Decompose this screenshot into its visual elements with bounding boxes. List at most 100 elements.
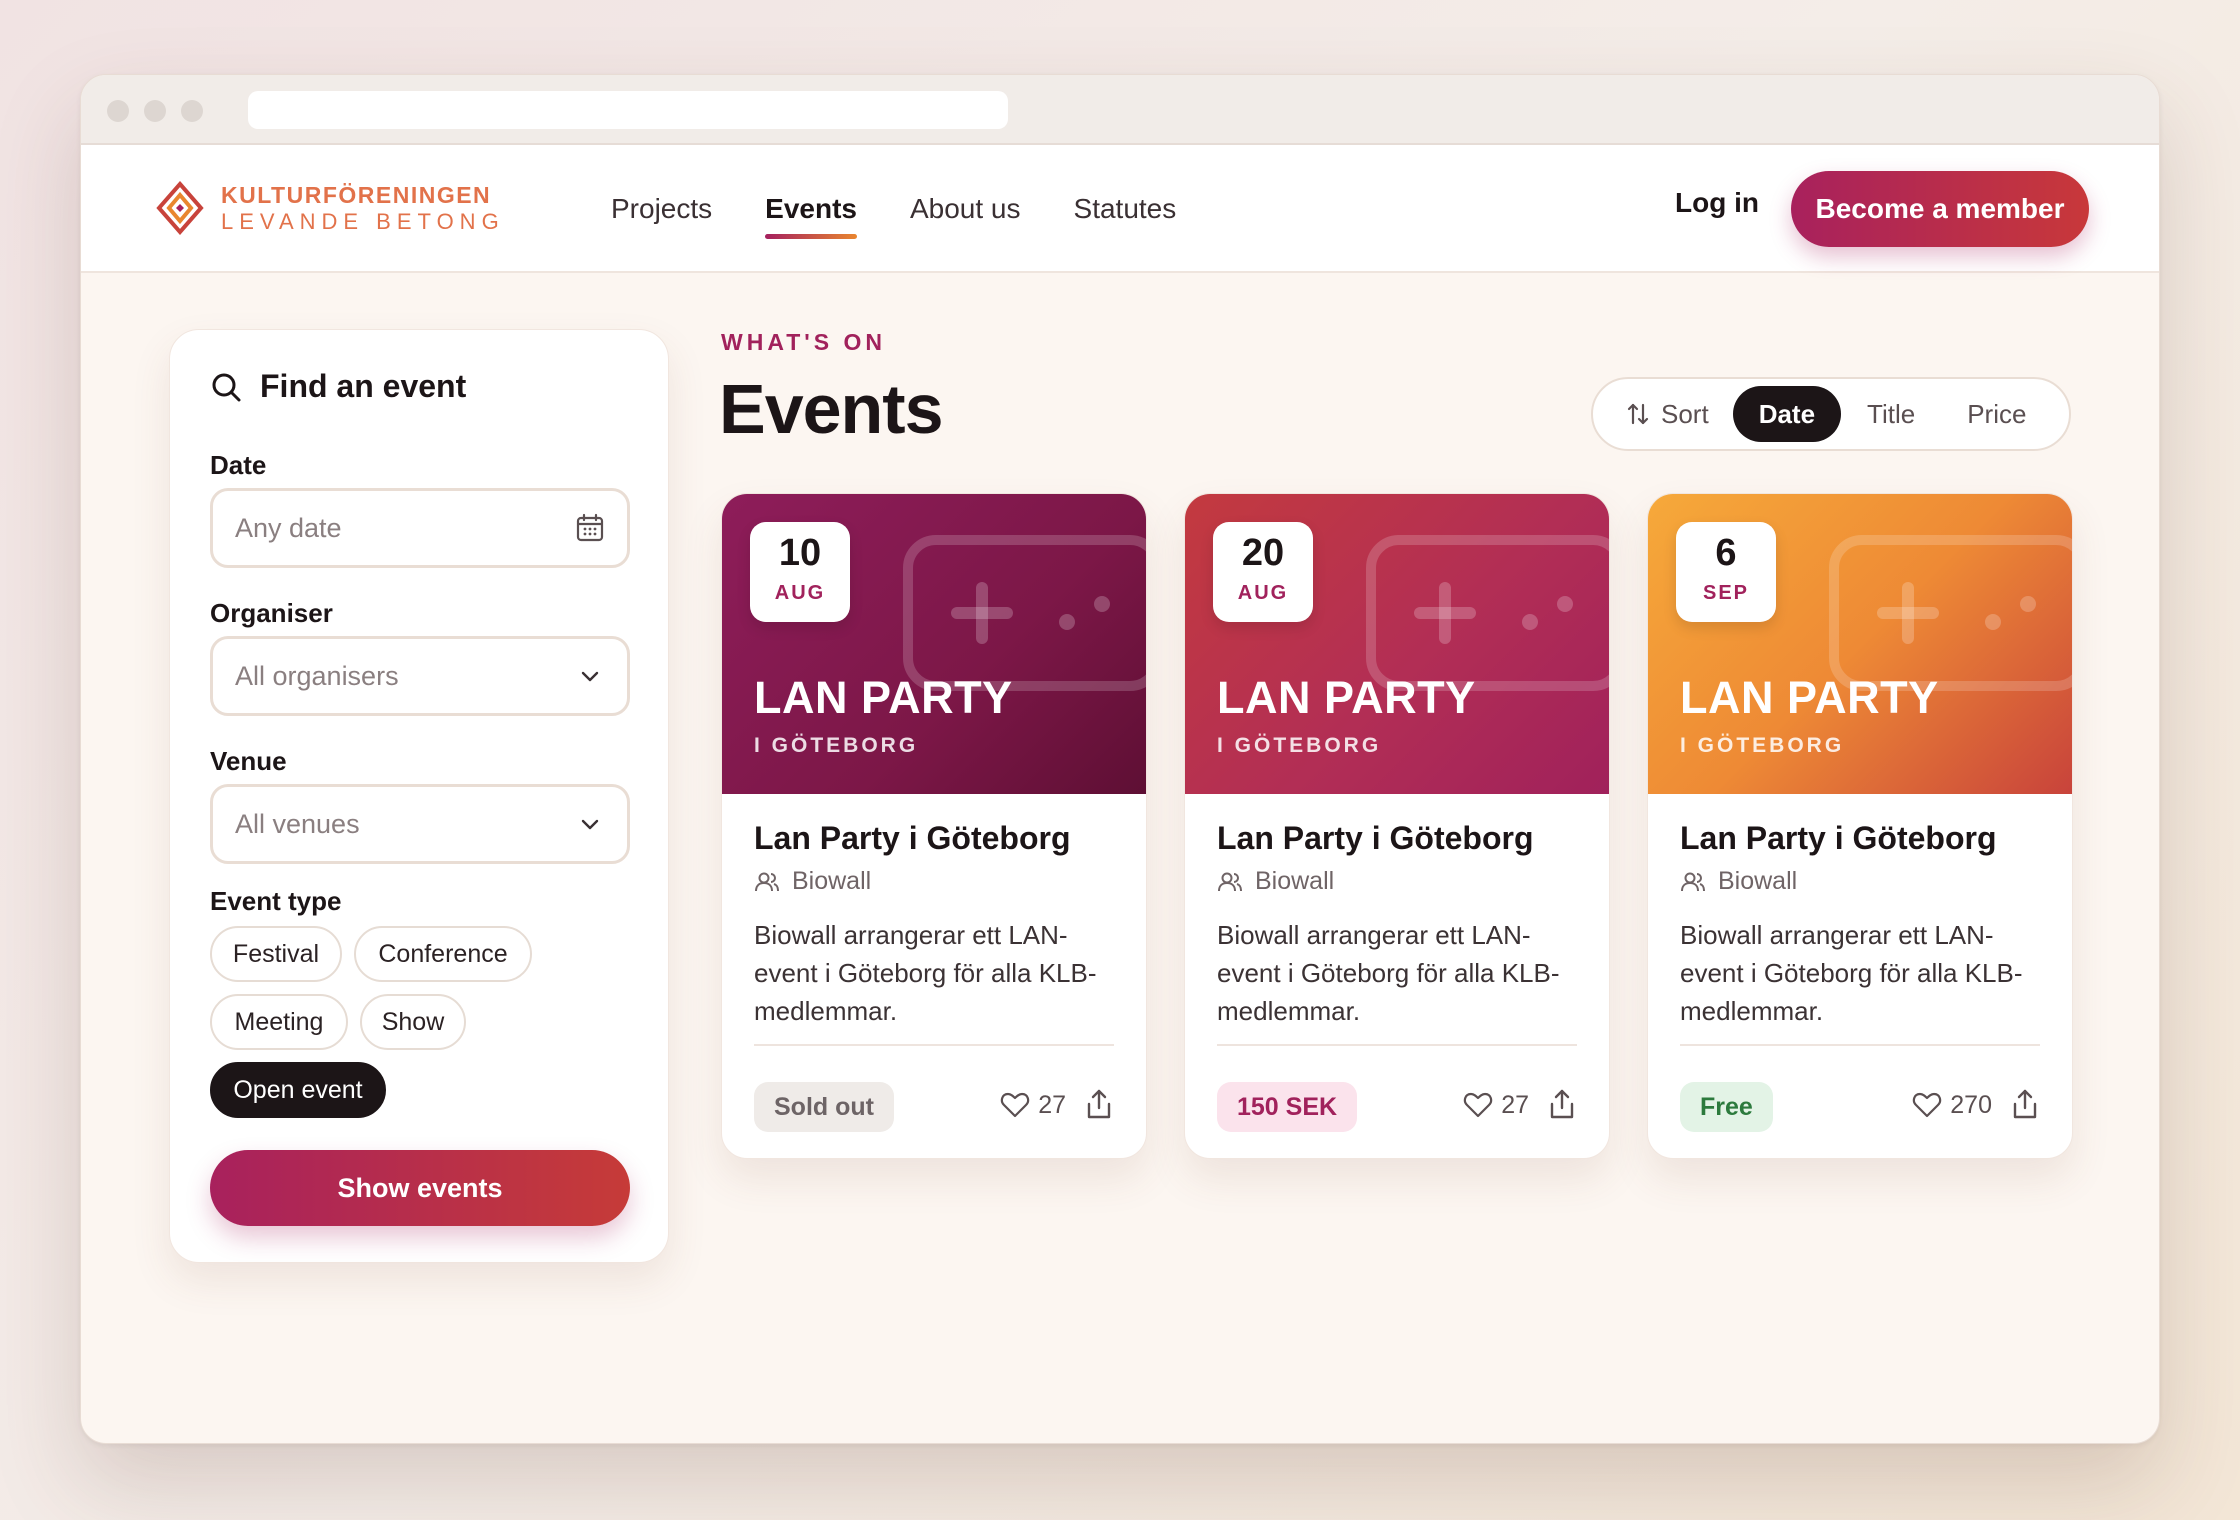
- share-icon[interactable]: [2010, 1088, 2040, 1120]
- date-badge: 6 SEP: [1676, 522, 1776, 622]
- organiser-label: Organiser: [210, 598, 333, 628]
- event-description: Biowall arrangerar ett LAN-event i Göteb…: [1680, 920, 2023, 1026]
- nav-events[interactable]: Events: [765, 183, 857, 239]
- sort-label-group: Sort: [1599, 399, 1733, 430]
- filter-title: Find an event: [260, 368, 467, 404]
- window-maximize-dot[interactable]: [181, 100, 203, 122]
- organiser-value: All organisers: [235, 660, 399, 691]
- address-bar[interactable]: [248, 91, 1008, 129]
- venue-label: Venue: [210, 746, 287, 776]
- organiser-name: Biowall: [792, 867, 872, 895]
- brand-logo[interactable]: KULTURFÖRENINGEN LEVANDE BETONG: [155, 181, 505, 235]
- event-organiser: Biowall: [1680, 867, 2040, 896]
- event-title[interactable]: Lan Party i Göteborg: [754, 820, 1114, 857]
- users-icon: [755, 872, 779, 891]
- chevron-down-icon: [581, 819, 599, 830]
- like-button[interactable]: 270: [1912, 1090, 1992, 1120]
- organiser-name: Biowall: [1255, 867, 1335, 895]
- like-count: 27: [1038, 1090, 1066, 1119]
- nav-projects[interactable]: Projects: [611, 183, 712, 235]
- become-member-button[interactable]: Become a member: [1791, 171, 2089, 247]
- sort-by-title[interactable]: Title: [1841, 386, 1941, 442]
- heart-icon: [1464, 1092, 1493, 1118]
- banner-subtitle: I GÖTEBORG: [754, 734, 919, 757]
- show-events-button[interactable]: Show events: [210, 1150, 630, 1226]
- organiser-name: Biowall: [1718, 867, 1798, 895]
- window-close-dot[interactable]: [107, 100, 129, 122]
- browser-chrome: [81, 75, 2159, 145]
- like-count: 270: [1950, 1090, 1992, 1119]
- chip-meeting[interactable]: Meeting: [210, 994, 348, 1050]
- nav-statutes[interactable]: Statutes: [1074, 183, 1177, 235]
- date-value: Any date: [235, 512, 342, 543]
- event-card[interactable]: 6 SEP LAN PARTY I GÖTEBORG Lan Party i G…: [1647, 493, 2073, 1159]
- gamepad-icon: [903, 535, 1146, 691]
- gamepad-icon: [1829, 535, 2072, 691]
- heart-icon: [1913, 1092, 1942, 1118]
- event-card[interactable]: 10 AUG LAN PARTY I GÖTEBORG Lan Party i …: [721, 493, 1147, 1159]
- venue-select[interactable]: All venues: [210, 784, 630, 864]
- event-banner: 10 AUG LAN PARTY I GÖTEBORG: [722, 494, 1146, 794]
- main-menu: Projects Events About us Statutes: [611, 145, 1229, 273]
- brand-name-line2: LEVANDE BETONG: [221, 208, 505, 234]
- browser-window: KULTURFÖRENINGEN LEVANDE BETONG Projects…: [80, 74, 2160, 1444]
- like-button[interactable]: 27: [1463, 1090, 1529, 1120]
- event-title[interactable]: Lan Party i Göteborg: [1680, 820, 2040, 857]
- chip-festival[interactable]: Festival: [210, 926, 342, 982]
- like-count: 27: [1501, 1090, 1529, 1119]
- page-title: Events: [719, 370, 944, 448]
- card-divider: [1680, 1044, 2040, 1046]
- diamond-logo-icon: [156, 181, 204, 235]
- event-day: 10: [778, 532, 822, 574]
- date-badge: 10 AUG: [750, 522, 850, 622]
- section-kicker: WHAT'S ON: [721, 329, 886, 355]
- users-icon: [1681, 872, 1705, 891]
- chip-conference[interactable]: Conference: [354, 926, 532, 982]
- banner-subtitle: I GÖTEBORG: [1680, 734, 1845, 757]
- window-minimize-dot[interactable]: [144, 100, 166, 122]
- event-type-label: Event type: [210, 886, 342, 916]
- nav-about-us[interactable]: About us: [910, 183, 1021, 235]
- event-month: SEP: [1702, 582, 1750, 604]
- filter-header: Find an event: [210, 368, 466, 405]
- login-link[interactable]: Log in: [1675, 187, 1759, 219]
- gamepad-icon: [1366, 535, 1609, 691]
- chip-show[interactable]: Show: [360, 994, 466, 1050]
- event-banner: 6 SEP LAN PARTY I GÖTEBORG: [1648, 494, 2072, 794]
- event-organiser: Biowall: [754, 867, 1114, 896]
- sort-by-date[interactable]: Date: [1732, 386, 1842, 442]
- event-day: 6: [1715, 532, 1737, 574]
- like-button[interactable]: 27: [1000, 1090, 1066, 1120]
- banner-subtitle: I GÖTEBORG: [1217, 734, 1382, 757]
- card-divider: [754, 1044, 1114, 1046]
- price-badge: 150 SEK: [1217, 1082, 1358, 1132]
- sort-control: Sort Date Title Price: [1591, 377, 2071, 451]
- event-month: AUG: [774, 582, 826, 604]
- sort-by-price[interactable]: Price: [1941, 386, 2052, 442]
- date-label: Date: [210, 450, 267, 480]
- price-badge: Sold out: [754, 1082, 894, 1132]
- organiser-select[interactable]: All organisers: [210, 636, 630, 716]
- date-picker[interactable]: Any date: [210, 488, 630, 568]
- event-organiser: Biowall: [1217, 867, 1577, 896]
- search-icon: [212, 373, 241, 401]
- banner-title: LAN PARTY: [1680, 672, 1939, 723]
- event-description: Biowall arrangerar ett LAN-event i Göteb…: [1217, 920, 1560, 1026]
- event-card[interactable]: 20 AUG LAN PARTY I GÖTEBORG Lan Party i …: [1184, 493, 1610, 1159]
- sort-label: Sort: [1661, 398, 1709, 429]
- heart-icon: [1001, 1092, 1030, 1118]
- event-description: Biowall arrangerar ett LAN-event i Göteb…: [754, 920, 1097, 1026]
- card-divider: [1217, 1044, 1577, 1046]
- calendar-icon: [576, 513, 604, 542]
- venue-value: All venues: [235, 808, 360, 839]
- event-day: 20: [1241, 532, 1285, 574]
- chevron-down-icon: [581, 671, 599, 682]
- date-badge: 20 AUG: [1213, 522, 1313, 622]
- banner-title: LAN PARTY: [754, 672, 1013, 723]
- share-icon[interactable]: [1084, 1088, 1114, 1120]
- chip-open-event[interactable]: Open event: [210, 1062, 386, 1118]
- event-title[interactable]: Lan Party i Göteborg: [1217, 820, 1577, 857]
- price-badge: Free: [1680, 1082, 1773, 1132]
- top-navigation: KULTURFÖRENINGEN LEVANDE BETONG Projects…: [81, 145, 2159, 273]
- share-icon[interactable]: [1547, 1088, 1577, 1120]
